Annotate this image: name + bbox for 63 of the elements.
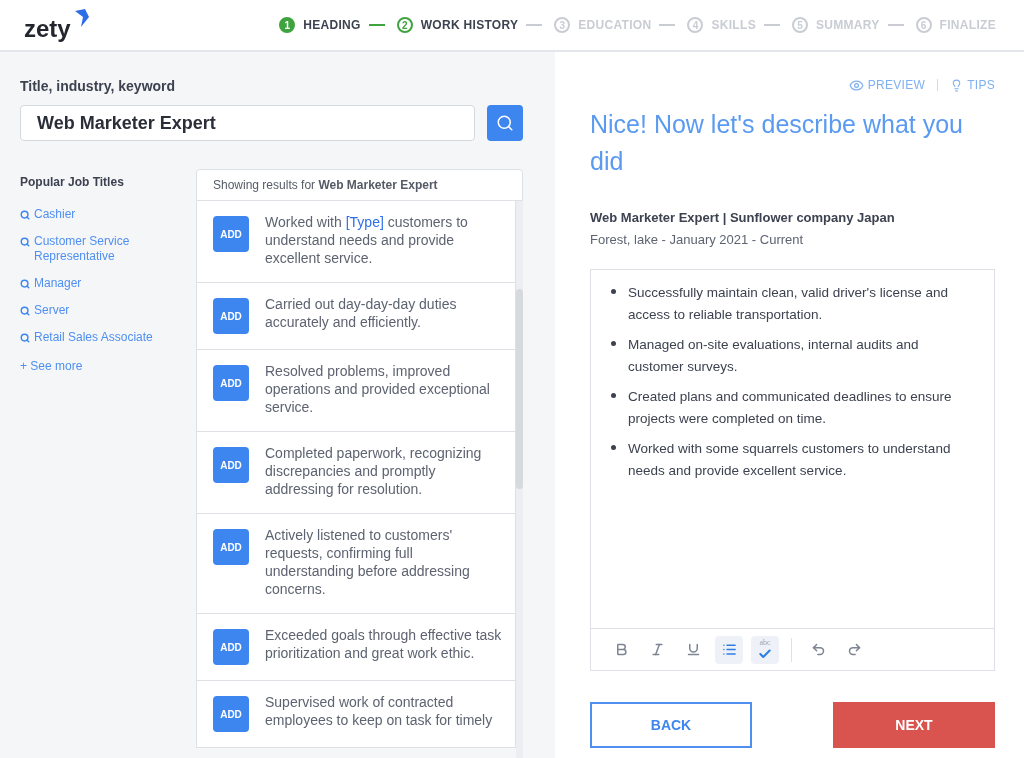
tips-link[interactable]: TIPS (950, 76, 995, 94)
underline-icon (685, 642, 701, 657)
add-button[interactable]: ADD (213, 696, 249, 732)
search-button[interactable] (487, 105, 523, 141)
add-button[interactable]: ADD (213, 298, 249, 334)
suggestion-text: Completed paperwork, recognizing discrepancies and promptly addressing for resolution. (265, 444, 483, 498)
job-title: Web Marketer Expert | Sunflower company Japan (590, 209, 896, 227)
back-button[interactable]: BACK (590, 702, 752, 748)
preview-link[interactable]: PREVIEW (848, 76, 926, 94)
add-button[interactable]: ADD (213, 365, 249, 401)
step-number: 1 (279, 17, 296, 33)
description-editor[interactable] (590, 269, 995, 671)
search-icon (20, 279, 30, 289)
undo-icon (810, 642, 826, 657)
bullet-icon (611, 445, 616, 450)
next-button[interactable]: NEXT (833, 702, 995, 748)
bullet-icon (611, 289, 616, 294)
job-details: Forest, lake - January 2021 - Current (590, 230, 805, 249)
suggestion-text: Actively listened to customers' requests, confirming full understanding before addressing concerns. (265, 526, 471, 598)
redo-icon (846, 642, 862, 657)
spellcheck-text: abc (759, 638, 771, 647)
step-label: HEADING (303, 17, 361, 34)
bullet-text: Managed on-site evaluations, internal audits and customer surveys. (628, 336, 920, 376)
job-title-link[interactable]: Server (34, 303, 70, 318)
suggestion-text: Carried out day-day-day duties accurately and efficiently. (265, 295, 458, 332)
add-button[interactable]: ADD (213, 216, 249, 252)
add-button[interactable]: ADD (213, 629, 249, 665)
results-header: Showing results for Web Marketer Expert (213, 177, 438, 194)
search-icon (20, 237, 30, 247)
search-icon (496, 114, 514, 132)
field-label: Title, industry, keyword (20, 77, 177, 96)
job-title-link[interactable]: Customer Service Representative (34, 234, 192, 264)
see-more-link[interactable]: + See more (20, 357, 192, 375)
suggestion-text: Exceeded goals through effective task prioritization and great work ethic. (265, 626, 503, 663)
search-icon (20, 210, 30, 220)
page-heading: Nice! Now let's describe what you did (590, 109, 964, 177)
suggestion-text: Supervised work of contracted employees to keep on task for timely (265, 693, 494, 730)
add-button[interactable]: ADD (213, 529, 249, 565)
logo[interactable]: zety (24, 17, 71, 41)
bullet-text: Worked with some squarrels customers to understand needs and provide excellent service. (628, 440, 952, 480)
suggestion-text: Resolved problems, improved operations and provided exceptional service. (265, 362, 491, 416)
search-field[interactable]: Web Marketer Expert (20, 105, 475, 141)
section-title: Popular Job Titles (20, 174, 125, 191)
bullet-text: Successfully maintain clean, valid driver's license and access to reliable transportation. (628, 284, 949, 324)
spellcheck-button[interactable]: abc (751, 635, 779, 664)
bullet-text: Created plans and communicated deadlines to ensure projects were completed on time. (628, 388, 953, 428)
add-button[interactable]: ADD (213, 447, 249, 483)
bullet-icon (611, 341, 616, 346)
list-button[interactable] (715, 635, 743, 664)
job-title-link[interactable]: Retail Sales Associate (34, 330, 153, 345)
eye-icon (848, 77, 864, 93)
search-icon (20, 333, 30, 343)
check-icon (758, 646, 772, 661)
search-icon (20, 306, 30, 316)
bullet-icon (611, 393, 616, 398)
list-icon (721, 642, 737, 657)
step-number: 2 (396, 17, 413, 33)
italic-icon (649, 642, 665, 657)
step-label: WORK HISTORY (420, 17, 519, 34)
suggestion-text: Worked with [Type] customers to understand needs and provide excellent service. (265, 213, 469, 267)
scrollbar-thumb[interactable] (516, 289, 523, 489)
job-title-link[interactable]: Manager (34, 276, 82, 291)
job-title-link[interactable]: Cashier (34, 207, 76, 222)
